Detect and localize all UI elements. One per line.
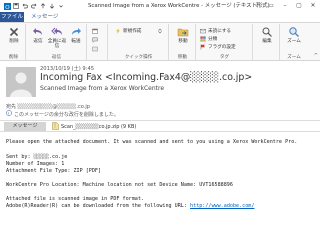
- forward-button[interactable]: 転送: [66, 26, 86, 44]
- categorize-button[interactable]: 分類: [200, 35, 217, 42]
- svg-text:O: O: [5, 5, 10, 10]
- reply-all-icon: [51, 26, 63, 38]
- reply-icon: [32, 26, 44, 38]
- svg-text:i: i: [8, 111, 9, 116]
- followup-button[interactable]: フラグの設定: [200, 43, 236, 50]
- group-edit: 編集: [254, 24, 280, 61]
- reply-button[interactable]: 返信: [28, 26, 48, 44]
- body-line: Attached file is scanned image in PDF fo…: [6, 196, 145, 202]
- body-line: Attachment File Type: ZIP [PDF]: [6, 168, 102, 174]
- outlook-icon: O: [4, 3, 11, 11]
- tab-file[interactable]: ファイル: [0, 12, 24, 22]
- collapse-ribbon-icon[interactable]: ^: [314, 53, 318, 59]
- ribbon-tabs: ファイル メッセージ: [0, 12, 320, 22]
- im-reply-button[interactable]: [92, 36, 98, 43]
- redo-icon[interactable]: [31, 3, 37, 9]
- group-delete: 削除 削除: [2, 24, 26, 61]
- title-bar: O Scanned Image from a Xerox WorkCentre …: [0, 0, 320, 12]
- group-quick-steps: 新規作成 クイック操作: [109, 24, 169, 61]
- sender[interactable]: Incoming Fax <Incoming.Fax4@░░░░.co.jp>: [40, 72, 252, 83]
- reply-all-button[interactable]: 全員に返信: [47, 26, 67, 49]
- mark-unread-button[interactable]: 未読にする: [200, 27, 231, 34]
- lightning-icon: [115, 27, 121, 34]
- quick-access-toolbar: O: [0, 0, 64, 12]
- tab-message[interactable]: メッセージ: [28, 12, 61, 22]
- zip-file-icon: [52, 121, 59, 132]
- body-line: WorkCentre Pro Location: Machine locatio…: [6, 182, 233, 188]
- up-arrow-icon[interactable]: [40, 3, 46, 9]
- info-bar[interactable]: i このメッセージの余分な改行を削除しました。: [6, 110, 119, 118]
- body-line: Please open the attached document. It wa…: [6, 139, 298, 145]
- help-button[interactable]: ?: [252, 1, 262, 10]
- scroll-icon: [157, 28, 163, 34]
- attachment-name: Scan_░░░░░░co.jp.zip (9 KB): [61, 123, 137, 130]
- minimize-button[interactable]: –: [280, 1, 290, 10]
- delete-button[interactable]: 削除: [4, 26, 24, 44]
- edit-button[interactable]: 編集: [257, 26, 277, 44]
- info-icon: i: [6, 110, 12, 118]
- quick-step-new[interactable]: 新規作成: [115, 27, 141, 34]
- group-move: 移動 移動: [170, 24, 196, 61]
- zoom-icon: [288, 26, 300, 38]
- body-line: Adobe(R)Reader(R) can be downloaded from…: [6, 203, 255, 209]
- window-controls: ? ▭ – ▢ ✕: [252, 1, 318, 10]
- more-respond-button[interactable]: [92, 45, 98, 52]
- zoom-button[interactable]: ズーム: [284, 26, 304, 44]
- quick-steps-scroll[interactable]: [157, 27, 163, 34]
- to-line[interactable]: 宛先 ░░░░░░░░░@░░░░░.co.jp: [6, 103, 90, 110]
- calendar-icon: [92, 28, 98, 34]
- attachment-bar: メッセージ Scan_░░░░░░co.jp.zip (9 KB): [0, 120, 320, 132]
- undo-icon[interactable]: [22, 3, 28, 9]
- meeting-reply-button[interactable]: [92, 27, 98, 34]
- down-arrow-icon[interactable]: [49, 3, 55, 9]
- forward-icon: [70, 26, 82, 38]
- window-title: Scanned Image from a Xerox WorkCentre - …: [88, 3, 270, 9]
- chat-icon: [92, 37, 98, 43]
- ribbon-display-button[interactable]: ▭: [266, 1, 276, 10]
- attachment-file[interactable]: Scan_░░░░░░co.jp.zip (9 KB): [52, 121, 137, 132]
- group-zoom: ズーム ズーム: [281, 24, 307, 61]
- adobe-link[interactable]: http://www.adobe.com/: [190, 203, 254, 209]
- ribbon: 削除 削除 返信 全員に返信 転送 返信 新規作成 クイック操作 移動 移動 未…: [0, 22, 320, 61]
- close-button[interactable]: ✕: [308, 1, 318, 10]
- move-button[interactable]: 移動: [173, 26, 193, 44]
- maximize-button[interactable]: ▢: [294, 1, 304, 10]
- body-line: Number of Images: 1: [6, 161, 65, 167]
- message-header: 2013/10/19 (土) 9:45 Incoming Fax <Incomi…: [0, 62, 320, 120]
- person-icon: [6, 67, 36, 97]
- customize-toolbar-icon[interactable]: [58, 3, 64, 9]
- avatar: [6, 67, 36, 97]
- category-icon: [200, 35, 206, 42]
- envelope-icon: [200, 28, 206, 34]
- group-tags: 未読にする 分類 フラグの設定 タグ: [197, 24, 253, 61]
- received-datetime: 2013/10/19 (土) 9:45: [40, 66, 95, 72]
- delete-x-icon: [8, 26, 20, 38]
- save-icon[interactable]: [13, 3, 19, 9]
- find-icon: [261, 26, 273, 38]
- body-line: Sent by: ░░░░░.co.je: [6, 154, 68, 160]
- message-chip[interactable]: メッセージ: [4, 122, 46, 131]
- group-respond: 返信 全員に返信 転送 返信: [27, 24, 87, 61]
- subject: Scanned Image from a Xerox WorkCentre: [40, 85, 165, 92]
- flag-icon: [200, 44, 206, 50]
- more-icon: [92, 46, 98, 52]
- folder-move-icon: [177, 26, 189, 38]
- group-respond-more: [88, 24, 108, 61]
